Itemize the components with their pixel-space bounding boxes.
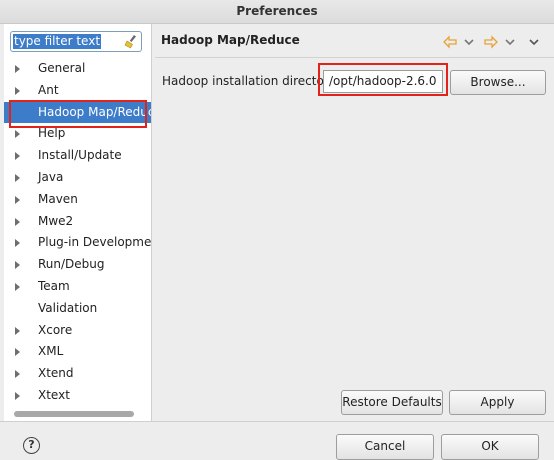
back-dropdown-icon[interactable]	[464, 36, 474, 51]
tree-item-label: XML	[38, 344, 64, 359]
apply-button[interactable]: Apply	[449, 390, 546, 415]
tree-item-label: Team	[38, 278, 70, 293]
hadoop-dir-input[interactable]: /opt/hadoop-2.6.0	[323, 70, 443, 93]
view-menu-icon[interactable]	[529, 36, 539, 51]
tree-horizontal-scrollbar[interactable]	[8, 409, 148, 419]
tree-item[interactable]: Xtext	[4, 385, 151, 407]
window-title: Preferences	[0, 0, 554, 24]
tree-item-label: Run/Debug	[38, 257, 105, 272]
page-header-separator	[155, 57, 554, 58]
expand-arrow-icon[interactable]	[15, 261, 20, 270]
back-arrow-icon[interactable]	[443, 35, 457, 52]
tree-item[interactable]: General	[4, 58, 151, 80]
restore-defaults-button[interactable]: Restore Defaults	[341, 390, 443, 415]
tree-item[interactable]: Java	[4, 167, 151, 189]
tree-item[interactable]: Ant	[4, 80, 151, 102]
hadoop-dir-label: Hadoop installation directory:	[162, 74, 340, 88]
tree-item-label: General	[38, 61, 86, 75]
tree-item[interactable]: Mwe2	[4, 211, 151, 233]
tree-item-label: Help	[38, 126, 66, 141]
expand-arrow-icon[interactable]	[15, 152, 20, 161]
expand-arrow-icon[interactable]	[15, 65, 20, 73]
expand-arrow-icon[interactable]	[15, 348, 20, 357]
tree-item[interactable]: Team	[4, 276, 151, 298]
tree-item[interactable]: Xtend	[4, 363, 151, 385]
expand-arrow-icon[interactable]	[15, 173, 20, 182]
ok-button[interactable]: OK	[441, 434, 539, 460]
forward-dropdown-icon[interactable]	[505, 36, 515, 51]
tree-item[interactable]: Plug-in Development	[4, 232, 151, 254]
expand-arrow-icon[interactable]	[15, 391, 20, 400]
expand-arrow-icon[interactable]	[15, 370, 20, 379]
tree-item-label: Mwe2	[38, 213, 74, 228]
tree-item-label: Maven	[38, 191, 78, 206]
preference-tree-panel: type filter text General Ant Hadoop Map/Re…	[4, 24, 152, 421]
expand-arrow-icon[interactable]	[15, 282, 20, 291]
expand-arrow-icon[interactable]	[15, 217, 20, 226]
tree-item[interactable]: Hadoop Map/Reduce	[4, 101, 152, 124]
tree-item[interactable]: Validation	[4, 298, 151, 320]
tree-item-label: Plug-in Development	[38, 235, 152, 250]
filter-input[interactable]: type filter text	[10, 31, 142, 52]
tree-item-label: Xtext	[38, 387, 70, 402]
expand-arrow-icon[interactable]	[15, 326, 20, 335]
tree-item-label: Ant	[38, 82, 59, 97]
tree-item[interactable]: Help	[4, 123, 151, 145]
page-title: Hadoop Map/Reduce	[161, 33, 300, 47]
scrollbar-thumb[interactable]	[14, 411, 134, 417]
tree-item-label: Validation	[38, 300, 98, 315]
page-navigation-tools	[443, 35, 547, 51]
tree-item-label: Hadoop Map/Reduce	[38, 104, 152, 119]
preference-tree: General Ant Hadoop Map/Reduce Help Install/U…	[4, 58, 151, 407]
tree-item[interactable]: Install/Update	[4, 145, 151, 167]
tree-item-label: Xcore	[38, 322, 73, 337]
broom-icon[interactable]	[124, 34, 138, 49]
tree-item[interactable]: Xcore	[4, 320, 151, 342]
forward-arrow-icon[interactable]	[484, 35, 498, 52]
tree-item[interactable]: Run/Debug	[4, 254, 151, 276]
browse-button[interactable]: Browse...	[450, 70, 546, 95]
tree-item-label: Install/Update	[38, 148, 122, 163]
filter-input-text[interactable]: type filter text	[13, 34, 102, 49]
cancel-button[interactable]: Cancel	[336, 434, 434, 460]
expand-arrow-icon[interactable]	[15, 86, 20, 95]
expand-arrow-icon[interactable]	[15, 239, 20, 248]
tree-item[interactable]: XML	[4, 341, 151, 363]
tree-item-label: Xtend	[38, 366, 74, 381]
tree-item[interactable]: Maven	[4, 189, 151, 211]
expand-arrow-icon[interactable]	[15, 130, 20, 139]
expand-arrow-icon[interactable]	[15, 195, 20, 204]
dialog-button-separator	[0, 421, 554, 422]
tree-item-label: Java	[38, 169, 64, 184]
help-button[interactable]: ?	[23, 437, 40, 454]
